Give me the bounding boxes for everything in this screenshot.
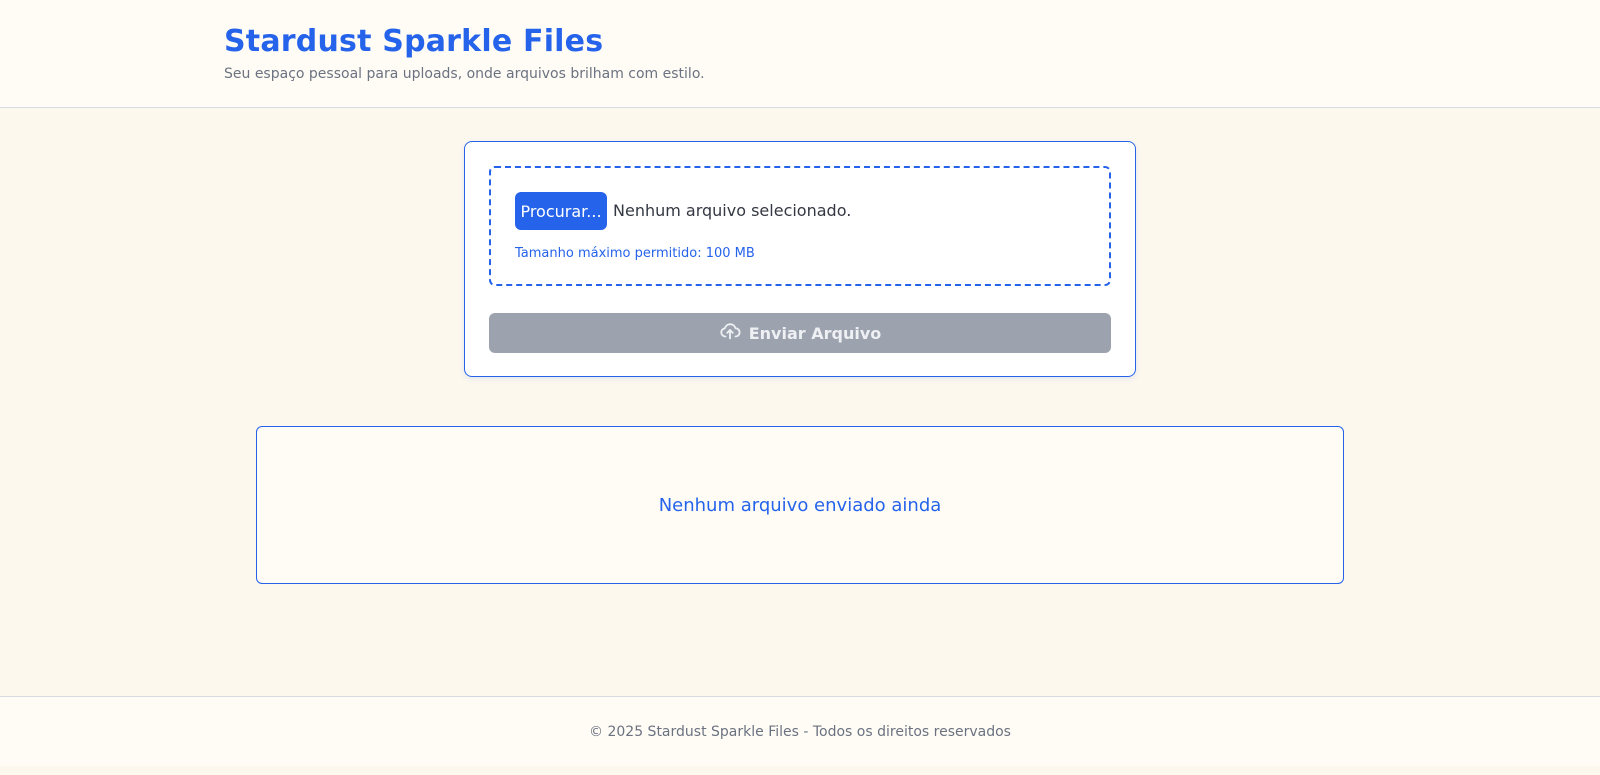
footer-copyright: © 2025 Stardust Sparkle Files - Todos os…	[589, 723, 1011, 740]
site-subtitle: Seu espaço pessoal para uploads, onde ar…	[224, 66, 705, 82]
send-file-button[interactable]: Enviar Arquivo	[489, 313, 1111, 353]
max-size-hint: Tamanho máximo permitido: 100 MB	[515, 246, 755, 261]
upload-card: Procurar... Nenhum arquivo selecionado. …	[464, 141, 1136, 377]
site-footer: © 2025 Stardust Sparkle Files - Todos os…	[0, 696, 1600, 766]
uploaded-files-panel: Nenhum arquivo enviado ainda	[256, 426, 1344, 584]
cloud-upload-icon	[719, 320, 741, 346]
site-title: Stardust Sparkle Files	[224, 24, 604, 59]
empty-files-message: Nenhum arquivo enviado ainda	[658, 494, 942, 516]
site-header: Stardust Sparkle Files Seu espaço pessoa…	[0, 0, 1600, 108]
file-dropzone[interactable]: Procurar... Nenhum arquivo selecionado. …	[489, 166, 1111, 286]
file-status-text: Nenhum arquivo selecionado.	[613, 201, 852, 220]
browse-button[interactable]: Procurar...	[515, 192, 607, 230]
send-button-label: Enviar Arquivo	[748, 323, 882, 343]
